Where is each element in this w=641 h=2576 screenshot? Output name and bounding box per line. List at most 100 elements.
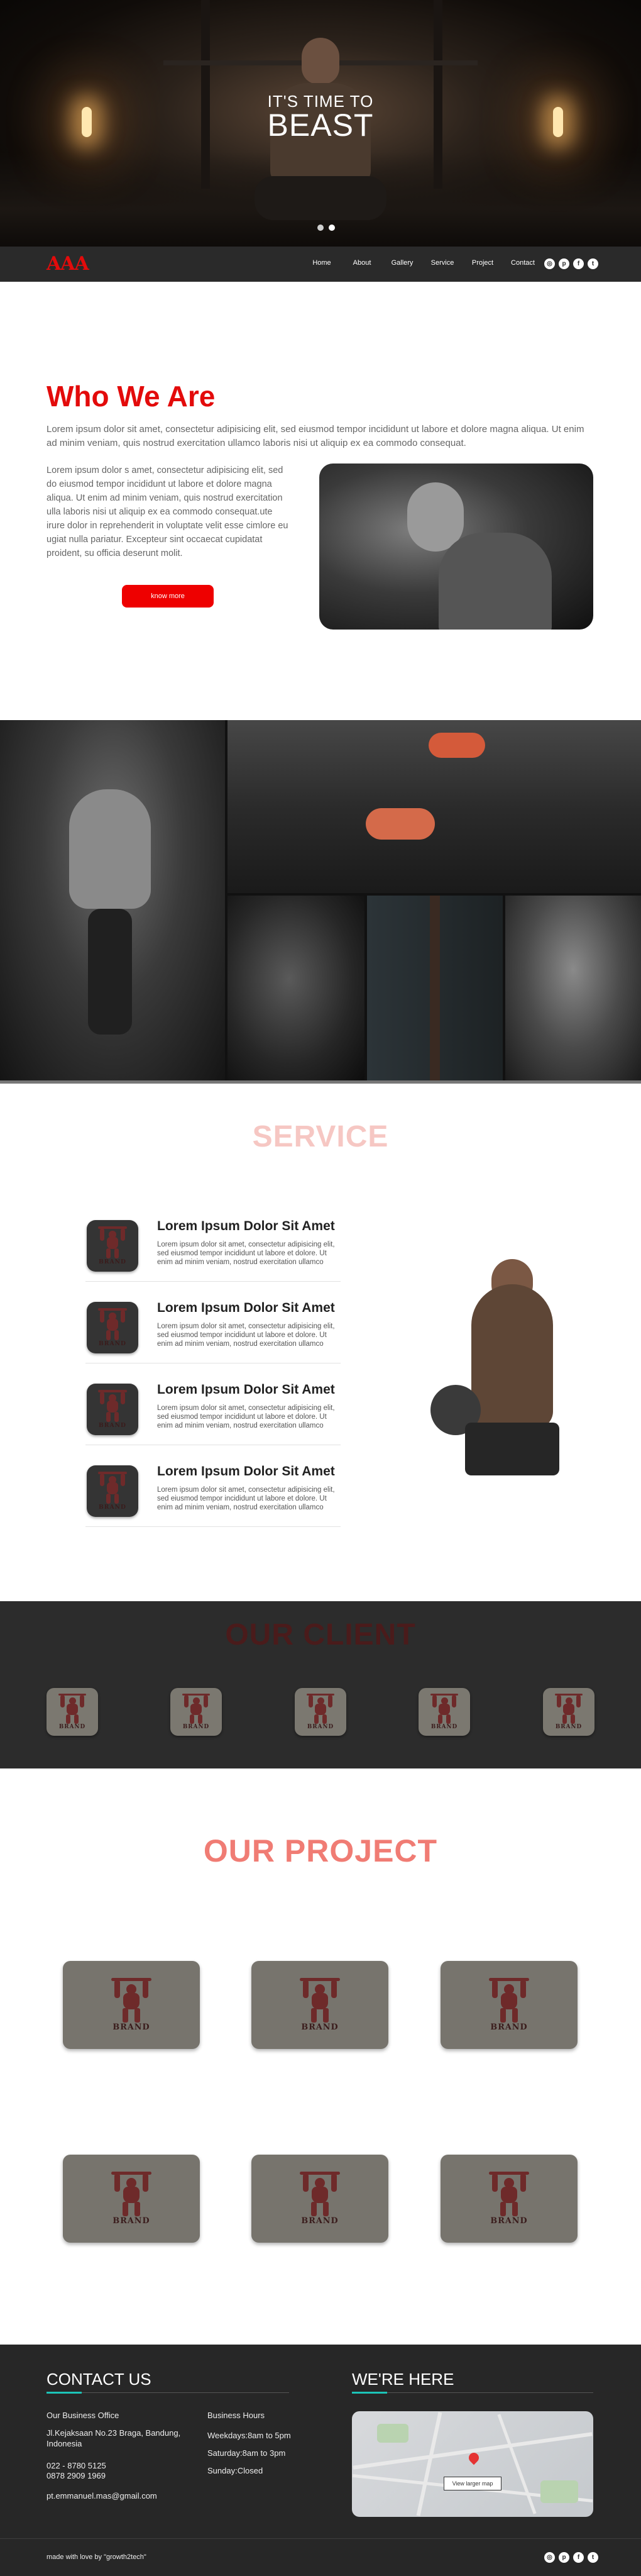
brand-logo: BRAND <box>251 1961 388 2049</box>
know-more-button[interactable]: know more <box>122 585 214 608</box>
brand-logo: BRAND <box>87 1302 138 1353</box>
footer-divider <box>0 2538 641 2539</box>
weightlifter-icon <box>489 2172 529 2216</box>
service-heading: Lorem Ipsum Dolor Sit Amet <box>157 1219 335 1233</box>
dribbble-icon[interactable]: ◎ <box>544 258 555 269</box>
facebook-icon[interactable]: f <box>573 258 584 269</box>
carousel-dot-2[interactable] <box>329 225 335 231</box>
brand-wordmark: BRAND <box>301 2022 339 2032</box>
nav-item-contact[interactable]: Contact <box>503 259 543 267</box>
service-description: Lorem ipsum dolor sit amet, consectetur … <box>157 1323 335 1348</box>
weightlifter-icon <box>111 2172 151 2216</box>
top-navbar: AAA Home About Gallery Service Project C… <box>0 247 641 282</box>
client-logo-card[interactable]: BRAND <box>47 1688 98 1736</box>
brand-logo: BRAND <box>87 1465 138 1517</box>
weightlifter-icon <box>98 1308 127 1340</box>
brand-logo: BRAND <box>63 2155 200 2243</box>
carousel-dot-1[interactable] <box>317 225 324 231</box>
made-with-love-credit: made with love by "growth2tech" <box>47 2553 146 2561</box>
brand-wordmark: BRAND <box>112 2216 150 2226</box>
brand-logo: BRAND <box>295 1688 346 1736</box>
map-view-larger-button[interactable]: View larger map <box>444 2477 501 2490</box>
hero-title: BEAST <box>267 108 374 143</box>
dribbble-icon[interactable]: ◎ <box>544 2552 555 2563</box>
nav-item-home[interactable]: Home <box>302 259 342 267</box>
footer: CONTACT US WE'RE HERE Our Business Offic… <box>0 2345 641 2576</box>
who-we-are-image <box>319 464 593 630</box>
weightlifter-icon <box>300 2172 340 2216</box>
brand-wordmark: BRAND <box>490 2216 528 2226</box>
weightlifter-icon <box>58 1693 86 1724</box>
service-item[interactable]: BRAND Lorem Ipsum Dolor Sit Amet Lorem i… <box>85 1458 341 1527</box>
who-we-are-title: Who We Are <box>47 380 216 413</box>
project-title: OUR PROJECT <box>203 1833 438 1868</box>
brand-logo: BRAND <box>419 1688 470 1736</box>
pinterest-icon[interactable]: p <box>559 258 569 269</box>
contact-underline <box>47 2392 289 2394</box>
site-logo[interactable]: AAA <box>47 253 89 275</box>
office-phone-2[interactable]: 0878 2909 1969 <box>47 2470 106 2481</box>
brand-logo-icon: BRAND <box>87 1384 138 1435</box>
service-item[interactable]: BRAND Lorem Ipsum Dolor Sit Amet Lorem i… <box>85 1376 341 1445</box>
project-card[interactable]: BRAND <box>63 1961 200 2049</box>
weightlifter-icon <box>307 1693 334 1724</box>
carousel-dots <box>317 225 335 231</box>
project-card[interactable]: BRAND <box>251 1961 388 2049</box>
hero-banner: IT'S TIME TO BEAST <box>0 0 641 247</box>
brand-logo-icon: BRAND <box>87 1302 138 1353</box>
project-card[interactable]: BRAND <box>63 2155 200 2243</box>
nav-social-links: ◎ p f t <box>544 258 598 269</box>
location-map[interactable]: View larger map <box>352 2411 593 2517</box>
brand-logo: BRAND <box>441 2155 578 2243</box>
brand-logo: BRAND <box>47 1688 98 1736</box>
client-logo-card[interactable]: BRAND <box>419 1688 470 1736</box>
nav-item-about[interactable]: About <box>342 259 382 267</box>
service-heading: Lorem Ipsum Dolor Sit Amet <box>157 1464 335 1479</box>
project-card[interactable]: BRAND <box>441 1961 578 2049</box>
brand-wordmark: BRAND <box>99 1258 126 1265</box>
nav-item-project[interactable]: Project <box>463 259 503 267</box>
gallery-image-pullup[interactable] <box>0 720 225 1080</box>
brand-logo: BRAND <box>251 2155 388 2243</box>
weightlifter-icon <box>430 1693 458 1724</box>
client-logo-card[interactable]: BRAND <box>543 1688 594 1736</box>
service-item[interactable]: BRAND Lorem Ipsum Dolor Sit Amet Lorem i… <box>85 1213 341 1282</box>
office-email[interactable]: pt.emmanuel.mas@gmail.com <box>47 2490 157 2501</box>
service-heading: Lorem Ipsum Dolor Sit Amet <box>157 1382 335 1397</box>
nav-item-gallery[interactable]: Gallery <box>382 259 422 267</box>
project-card[interactable]: BRAND <box>441 2155 578 2243</box>
twitter-icon[interactable]: t <box>588 2552 598 2563</box>
office-phone-1[interactable]: 022 - 8780 5125 <box>47 2460 106 2471</box>
facebook-icon[interactable]: f <box>573 2552 584 2563</box>
service-description: Lorem ipsum dolor sit amet, consectetur … <box>157 1404 335 1430</box>
brand-logo-icon: BRAND <box>87 1220 138 1272</box>
brand-logo-icon: BRAND <box>87 1465 138 1517</box>
project-card[interactable]: BRAND <box>251 2155 388 2243</box>
client-logo-card[interactable]: BRAND <box>295 1688 346 1736</box>
hours-saturday: Saturday:8am to 3pm <box>207 2448 286 2458</box>
brand-wordmark: BRAND <box>307 1724 334 1731</box>
were-here-title: WE'RE HERE <box>352 2370 454 2389</box>
client-logo-card[interactable]: BRAND <box>170 1688 222 1736</box>
nav-item-service[interactable]: Service <box>422 259 463 267</box>
service-heading: Lorem Ipsum Dolor Sit Amet <box>157 1301 335 1315</box>
contact-us-title: CONTACT US <box>47 2370 151 2389</box>
brand-wordmark: BRAND <box>112 2022 150 2032</box>
service-item[interactable]: BRAND Lorem Ipsum Dolor Sit Amet Lorem i… <box>85 1294 341 1363</box>
service-title: SERVICE <box>252 1120 389 1153</box>
gallery-image-woman-training[interactable] <box>227 896 364 1080</box>
gallery-image-trx-straps[interactable] <box>367 896 503 1080</box>
brand-logo: BRAND <box>63 1961 200 2049</box>
brand-wordmark: BRAND <box>301 2216 339 2226</box>
gallery-image-running-shoes[interactable] <box>227 720 641 893</box>
weightlifter-icon <box>98 1390 127 1422</box>
pinterest-icon[interactable]: p <box>559 2552 569 2563</box>
gallery-divider <box>0 1080 641 1084</box>
twitter-icon[interactable]: t <box>588 258 598 269</box>
brand-wordmark: BRAND <box>99 1340 126 1347</box>
gallery-image-bodybuilder[interactable] <box>505 896 641 1080</box>
hours-label: Business Hours <box>207 2411 265 2420</box>
weightlifter-icon <box>489 1978 529 2023</box>
map-underline <box>352 2392 593 2394</box>
brand-wordmark: BRAND <box>99 1421 126 1429</box>
